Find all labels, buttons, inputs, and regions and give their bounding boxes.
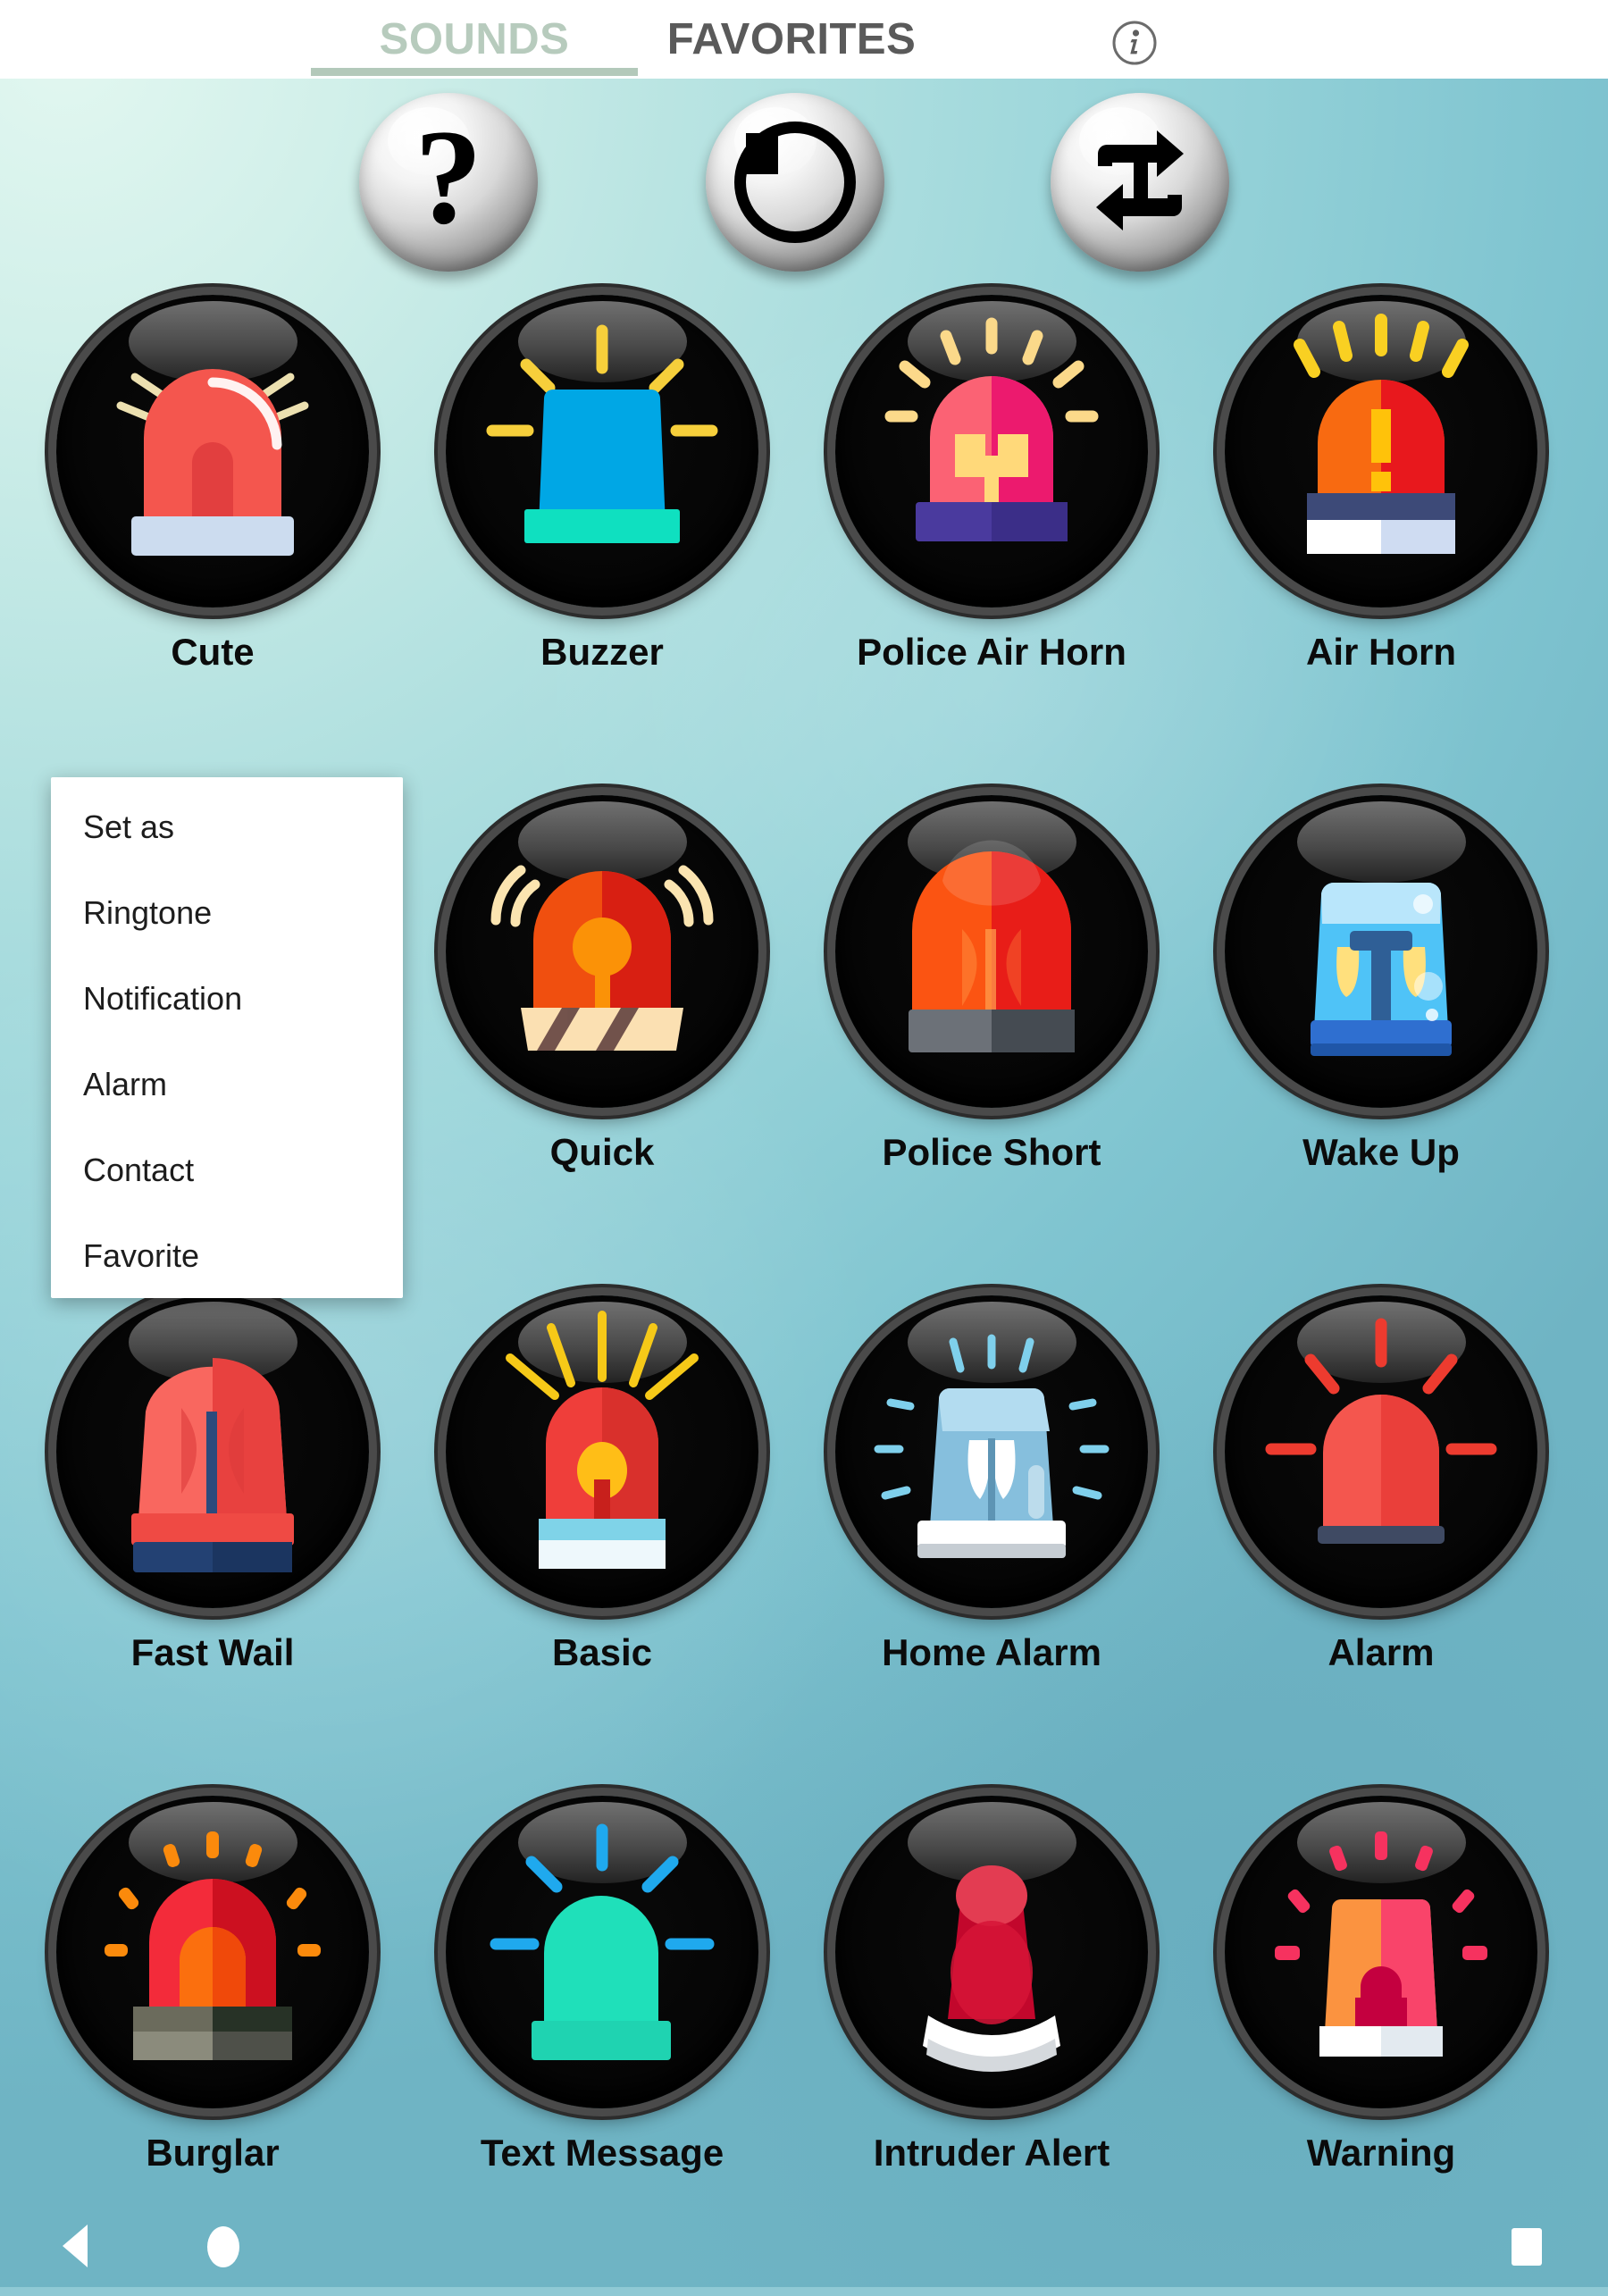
context-menu-label: Notification — [83, 980, 243, 1017]
sound-label: Intruder Alert — [873, 2132, 1110, 2174]
sound-label: Burglar — [146, 2132, 280, 2174]
context-menu-item-notification[interactable]: Notification — [51, 956, 403, 1042]
loop-button[interactable] — [1051, 93, 1229, 272]
sound-label: Police Short — [882, 1131, 1101, 1173]
sound-item-police-air-horn[interactable]: Police Air Horn — [831, 295, 1152, 674]
sound-row: Cute Buzzer Police Air Horn Air Horn — [0, 295, 1608, 795]
sound-label: Wake Up — [1302, 1131, 1460, 1173]
tab-sounds[interactable]: SOUNDS — [311, 0, 638, 79]
sound-item-fast-wail[interactable]: Fast Wail — [52, 1295, 373, 1674]
sound-label: Fast Wail — [130, 1631, 295, 1673]
siren-red-pin-icon — [446, 795, 758, 1108]
siren-blue-bell-icon — [1225, 795, 1537, 1108]
sound-item-cute[interactable]: Cute — [52, 295, 373, 674]
siren-red-rays-icon — [446, 1295, 758, 1608]
siren-blue-square-icon — [446, 295, 758, 608]
siren-red-dome-icon — [56, 295, 369, 608]
sound-label: Basic — [551, 1631, 653, 1673]
tab-active-underline — [311, 68, 638, 76]
sound-item-police-short[interactable]: Police Short — [831, 795, 1152, 1174]
sound-item-alarm[interactable]: Alarm — [1220, 1295, 1542, 1674]
question-mark-icon: ? — [415, 102, 482, 252]
siren-lightblue-bell-icon — [835, 1295, 1148, 1608]
siren-red-navy-icon — [56, 1295, 369, 1608]
stop-icon — [734, 122, 856, 243]
sound-label: Alarm — [1327, 1631, 1435, 1673]
sound-item-quick[interactable]: Quick — [441, 795, 763, 1174]
sound-label: Home Alarm — [882, 1631, 1101, 1673]
sound-item-wake-up[interactable]: Wake Up — [1220, 795, 1542, 1174]
sound-item-burglar[interactable]: Burglar — [52, 1796, 373, 2174]
context-menu-label: Alarm — [83, 1066, 168, 1102]
sound-label: Air Horn — [1306, 631, 1456, 673]
sound-label: Police Air Horn — [857, 631, 1126, 673]
context-menu-item-ringtone[interactable]: Ringtone — [51, 870, 403, 956]
help-button[interactable]: ? — [359, 93, 538, 272]
siren-crimson-bulb-icon — [835, 1796, 1148, 2108]
info-icon[interactable] — [1108, 16, 1161, 70]
siren-orange-exclaim-icon — [1225, 295, 1537, 608]
sound-item-home-alarm[interactable]: Home Alarm — [831, 1295, 1152, 1674]
sound-label: Quick — [549, 1131, 655, 1173]
sound-label: Text Message — [480, 2132, 724, 2174]
repeat-icon — [1082, 127, 1198, 239]
siren-teal-icon — [446, 1796, 758, 2108]
siren-pink-horn-icon — [835, 295, 1148, 608]
sound-item-buzzer[interactable]: Buzzer — [441, 295, 763, 674]
stop-button[interactable] — [706, 93, 884, 272]
sound-label: Cute — [171, 631, 255, 673]
context-menu-label: Favorite — [83, 1237, 200, 1274]
siren-red-orange-icon — [56, 1796, 369, 2108]
siren-red-flash-icon — [1225, 1295, 1537, 1608]
context-menu-item-contact[interactable]: Contact — [51, 1127, 403, 1213]
sound-label: Buzzer — [540, 631, 664, 673]
android-nav-bar — [0, 2201, 1608, 2287]
sound-item-text-message[interactable]: Text Message — [441, 1796, 763, 2174]
sound-item-basic[interactable]: Basic — [441, 1295, 763, 1674]
context-menu-label: Contact — [83, 1152, 195, 1188]
siren-orange-lock-icon — [1225, 1796, 1537, 2108]
recents-square-icon[interactable] — [1512, 2228, 1542, 2266]
back-triangle-icon[interactable] — [63, 2225, 88, 2267]
context-menu-item-alarm[interactable]: Alarm — [51, 1042, 403, 1127]
sound-item-intruder-alert[interactable]: Intruder Alert — [831, 1796, 1152, 2174]
sound-item-air-horn[interactable]: Air Horn — [1220, 295, 1542, 674]
tab-favorites[interactable]: FAVORITES — [638, 0, 945, 79]
info-icon-svg — [1112, 21, 1157, 65]
context-menu-item-set-as[interactable]: Set as — [51, 784, 403, 870]
context-menu-label: Ringtone — [83, 894, 213, 931]
tab-bar: SOUNDS FAVORITES — [0, 0, 1608, 79]
sound-item-warning[interactable]: Warning — [1220, 1796, 1542, 2174]
siren-orange-red-icon — [835, 795, 1148, 1108]
set-as-context-menu[interactable]: Set as Ringtone Notification Alarm Conta… — [51, 777, 403, 1298]
sound-row: Fast Wail Basic Home Alarm Alarm — [0, 1295, 1608, 1796]
context-menu-item-favorite[interactable]: Favorite — [51, 1213, 403, 1299]
sound-label: Warning — [1306, 2132, 1456, 2174]
context-menu-label: Set as — [83, 809, 175, 845]
home-circle-icon[interactable] — [207, 2226, 239, 2267]
